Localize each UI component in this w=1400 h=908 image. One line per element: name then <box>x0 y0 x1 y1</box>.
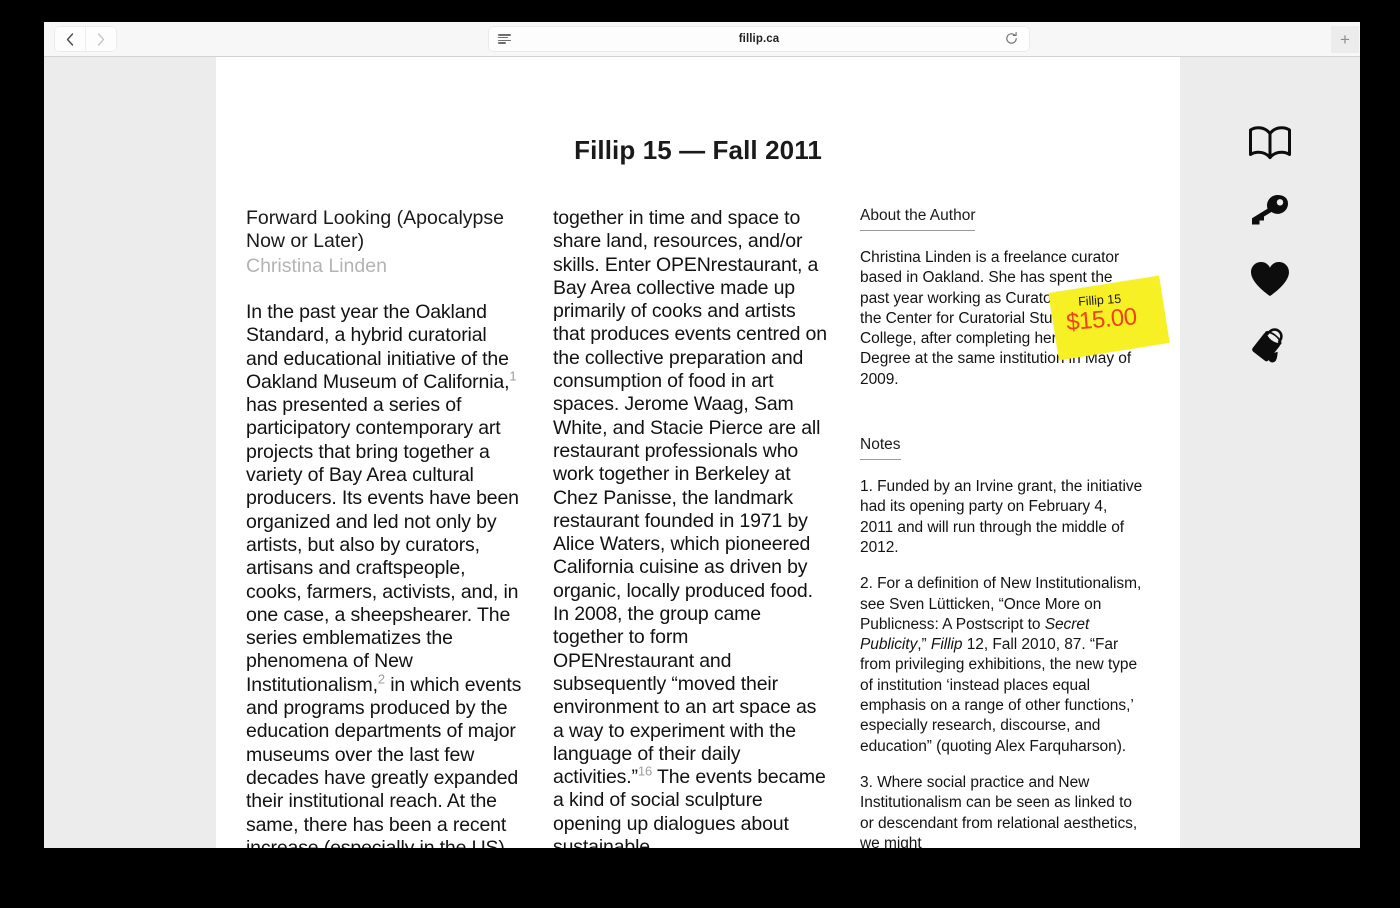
paint-bucket-icon[interactable] <box>1242 319 1298 375</box>
page-title: Fillip 15 — Fall 2011 <box>574 135 822 165</box>
note-item: 1. Funded by an Irvine grant, the initia… <box>860 477 1143 558</box>
body-text-segment: In the past year the Oakland Standard, a… <box>246 301 510 393</box>
url-text: fillip.ca <box>738 33 780 45</box>
back-button[interactable] <box>55 27 85 51</box>
article-columns: Forward Looking (Apocalypse Now or Later… <box>246 207 1150 848</box>
body-text-segment: in which events and programs produced by… <box>246 673 522 848</box>
note-text-segment: ,” <box>917 636 931 654</box>
footnote-ref-16[interactable]: 16 <box>638 764 652 779</box>
page-viewport: Fillip 15 — Fall 2011 Forward Looking (A… <box>44 57 1360 848</box>
note-text-segment: 2. For a definition of New Institutional… <box>860 575 1142 633</box>
body-text-segment: together in time and space to share land… <box>553 207 827 789</box>
footnote-ref-1[interactable]: 1 <box>509 368 516 383</box>
book-icon[interactable] <box>1242 115 1298 171</box>
note-item: 3. Where social practice and New Institu… <box>860 773 1143 848</box>
note-text-segment: 12, Fall 2010, 87. “Far from privileging… <box>860 636 1138 755</box>
article-body-column-two: together in time and space to share land… <box>553 207 830 848</box>
note-italic-journal: Fillip <box>930 636 963 654</box>
article-author: Christina Linden <box>246 255 387 277</box>
screen: fillip.ca + Fillip 15 — Fall 2011 Forwar… <box>0 0 1400 908</box>
back-arrow-icon <box>66 32 74 46</box>
notes-heading: Notes <box>860 436 901 461</box>
heart-glyph <box>1251 262 1289 296</box>
note-text-segment: 1. Funded by an Irvine grant, the initia… <box>860 478 1143 556</box>
reader-view-icon[interactable] <box>498 34 511 44</box>
book-glyph <box>1249 126 1291 159</box>
column-one: Forward Looking (Apocalypse Now or Later… <box>246 207 523 848</box>
body-text-segment: has presented a series of participatory … <box>246 394 519 696</box>
reload-icon <box>1006 31 1017 44</box>
about-the-author-heading: About the Author <box>860 207 976 231</box>
paint-bucket-glyph <box>1252 328 1283 363</box>
forward-button[interactable] <box>85 27 116 51</box>
browser-window: fillip.ca + Fillip 15 — Fall 2011 Forwar… <box>44 22 1360 848</box>
article-body-column-one: In the past year the Oakland Standard, a… <box>246 301 523 848</box>
column-two: together in time and space to share land… <box>553 207 830 848</box>
note-text-segment: 3. Where social practice and New Institu… <box>860 773 1138 848</box>
note-item: 2. For a definition of New Institutional… <box>860 574 1143 757</box>
icon-rail <box>1180 57 1360 848</box>
reload-button[interactable] <box>1004 31 1019 51</box>
key-glyph <box>1252 195 1288 225</box>
browser-toolbar: fillip.ca + <box>44 22 1360 57</box>
heart-icon[interactable] <box>1242 251 1298 307</box>
page-sheet: Fillip 15 — Fall 2011 Forward Looking (A… <box>216 57 1180 848</box>
key-icon[interactable] <box>1242 183 1298 239</box>
address-bar[interactable]: fillip.ca <box>489 27 1029 51</box>
new-tab-button[interactable]: + <box>1331 26 1359 53</box>
forward-arrow-icon <box>97 32 105 46</box>
footnote-ref-2[interactable]: 2 <box>378 671 385 686</box>
sticker-price: $15.00 <box>1065 303 1138 337</box>
article-title: Forward Looking (Apocalypse Now or Later… <box>246 207 504 252</box>
navigation-buttons <box>55 27 116 51</box>
